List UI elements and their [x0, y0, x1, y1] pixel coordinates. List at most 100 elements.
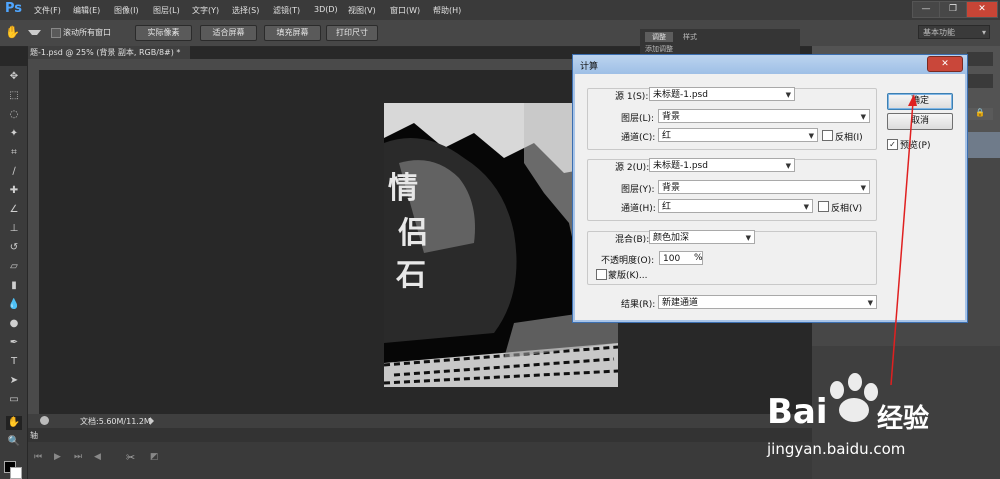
source1-file-value: 未标题-1.psd: [653, 90, 708, 100]
workspace-select[interactable]: 基本功能 ▾: [918, 25, 990, 39]
background-color-swatch[interactable]: [10, 467, 22, 479]
hand-tool-icon[interactable]: ✋: [6, 416, 22, 430]
scissors-icon[interactable]: ✂: [126, 451, 135, 464]
eyedropper-tool-icon[interactable]: ∕: [6, 165, 22, 179]
menu-filter[interactable]: 滤镜(T): [273, 5, 300, 16]
blur-tool-icon[interactable]: 💧: [6, 298, 22, 312]
first-frame-icon[interactable]: ⏮: [34, 452, 42, 462]
menu-type[interactable]: 文字(Y): [192, 5, 219, 16]
crop-tool-icon[interactable]: ⌗: [6, 146, 22, 160]
document-tab[interactable]: 题-1.psd @ 25% (背景 副本, RGB/8#) *: [28, 46, 190, 59]
menu-edit[interactable]: 编辑(E): [73, 5, 100, 16]
minimize-button[interactable]: —: [912, 1, 940, 18]
add-adjustment-label: 添加调整: [645, 45, 673, 53]
blend-mode-select[interactable]: 颜色加深 ▼: [649, 230, 755, 244]
tools-panel: ✥ ⬚ ◌ ✦ ⌗ ∕ ✚ ∠ ⊥ ↺ ▱ ▮ 💧 ● ✒ T ➤ ▭ ✋ 🔍: [0, 66, 27, 479]
magic-wand-tool-icon[interactable]: ✦: [6, 127, 22, 141]
menu-image[interactable]: 图像(I): [114, 5, 139, 16]
source2-layer-value: 背景: [662, 183, 681, 193]
chevron-down-icon: ▼: [803, 203, 809, 211]
result-value: 新建通道: [662, 298, 699, 308]
marquee-tool-icon[interactable]: ⬚: [6, 89, 22, 103]
brush-tool-icon[interactable]: ∠: [6, 203, 22, 217]
source2-layer-select[interactable]: 背景 ▼: [658, 180, 870, 194]
healing-brush-tool-icon[interactable]: ✚: [6, 184, 22, 198]
hand-tool-icon[interactable]: ✋: [5, 25, 21, 41]
menu-3d[interactable]: 3D(D): [314, 5, 338, 14]
status-menu-arrow-icon[interactable]: [150, 417, 154, 425]
play-icon[interactable]: ▶: [54, 452, 61, 462]
vertical-ruler: [28, 70, 39, 414]
menu-file[interactable]: 文件(F): [34, 5, 61, 16]
gradient-tool-icon[interactable]: ▮: [6, 279, 22, 293]
source1-label: 源 1(S):: [615, 92, 649, 102]
tab-styles[interactable]: 样式: [676, 32, 704, 42]
fit-screen-button[interactable]: 适合屏幕: [200, 25, 257, 41]
watermark-url: jingyan.baidu.com: [767, 440, 906, 458]
source1-layer-select[interactable]: 背景 ▼: [658, 109, 870, 123]
zoom-icon[interactable]: [40, 416, 49, 425]
baidu-watermark: Bai 经验 jingyan.baidu.com: [745, 368, 995, 468]
panel-dock: 调整 样式 添加调整: [640, 29, 800, 54]
result-select[interactable]: 新建通道 ▼: [658, 295, 877, 309]
zoom-tool-icon[interactable]: 🔍: [6, 435, 22, 449]
tool-preset-chevron-icon[interactable]: [28, 30, 41, 40]
source1-channel-value: 红: [662, 131, 672, 141]
dodge-tool-icon[interactable]: ●: [6, 317, 22, 331]
chevron-down-icon: ▼: [785, 162, 791, 170]
source1-channel-select[interactable]: 红 ▼: [658, 128, 818, 142]
doc-size-status: 文档:5.60M/11.2M: [80, 417, 151, 426]
source2-label: 源 2(U):: [615, 163, 650, 173]
dialog-close-button[interactable]: ✕: [927, 56, 963, 72]
panel-menu-icon[interactable]: [967, 74, 993, 88]
clone-stamp-tool-icon[interactable]: ⊥: [6, 222, 22, 236]
photoshop-logo: Ps: [5, 1, 23, 16]
menu-layer[interactable]: 图层(L): [153, 5, 180, 16]
mask-checkbox[interactable]: [596, 269, 607, 280]
transition-icon[interactable]: ◩: [150, 452, 159, 462]
source2-invert-checkbox[interactable]: [818, 201, 829, 212]
actual-pixels-button[interactable]: 实际像素: [135, 25, 192, 41]
scroll-all-checkbox[interactable]: [51, 28, 61, 38]
annotation-arrow: [890, 94, 917, 386]
timeline-tab-label[interactable]: 轴: [30, 430, 38, 441]
chevron-down-icon: ▼: [785, 91, 791, 99]
lasso-tool-icon[interactable]: ◌: [6, 108, 22, 122]
restore-button[interactable]: ❐: [939, 1, 967, 18]
eraser-tool-icon[interactable]: ▱: [6, 260, 22, 274]
source2-channel-select[interactable]: 红 ▼: [658, 199, 813, 213]
menu-help[interactable]: 帮助(H): [433, 5, 461, 16]
tab-adjustments[interactable]: 调整: [645, 32, 673, 42]
source2-file-select[interactable]: 未标题-1.psd ▼: [649, 158, 795, 172]
source1-invert-checkbox[interactable]: [822, 130, 833, 141]
scroll-all-label: 滚动所有窗口: [63, 28, 111, 37]
menu-view[interactable]: 视图(V): [348, 5, 376, 16]
next-frame-icon[interactable]: ⏭: [74, 452, 82, 462]
timeline-panel-header: 轴: [28, 428, 812, 442]
history-brush-tool-icon[interactable]: ↺: [6, 241, 22, 255]
audio-icon[interactable]: ◀: [94, 452, 101, 462]
source1-file-select[interactable]: 未标题-1.psd ▼: [649, 87, 795, 101]
rectangle-tool-icon[interactable]: ▭: [6, 393, 22, 407]
blend-label: 混合(B):: [615, 235, 650, 245]
source1-layer-label: 图层(L):: [621, 114, 655, 124]
source2-channel-value: 红: [662, 202, 672, 212]
status-bar: 文档:5.60M/11.2M: [28, 414, 812, 428]
menu-select[interactable]: 选择(S): [232, 5, 259, 16]
dialog-titlebar[interactable]: 计算 ✕: [573, 55, 967, 74]
panel-menu-icon[interactable]: [967, 52, 993, 66]
image-text: 石: [395, 258, 426, 293]
type-tool-icon[interactable]: T: [6, 355, 22, 369]
chevron-down-icon: ▼: [867, 299, 873, 307]
watermark-brand2: 经验: [877, 404, 930, 434]
move-tool-icon[interactable]: ✥: [6, 70, 22, 84]
result-label: 结果(R):: [621, 300, 656, 310]
menu-window[interactable]: 窗口(W): [390, 5, 420, 16]
fill-screen-button[interactable]: 填充屏幕: [264, 25, 321, 41]
source2-file-value: 未标题-1.psd: [653, 161, 708, 171]
print-size-button[interactable]: 打印尺寸: [326, 25, 378, 41]
path-selection-tool-icon[interactable]: ➤: [6, 374, 22, 388]
pen-tool-icon[interactable]: ✒: [6, 336, 22, 350]
lock-icon[interactable]: 🔒: [967, 108, 993, 120]
close-button[interactable]: ✕: [966, 1, 998, 18]
